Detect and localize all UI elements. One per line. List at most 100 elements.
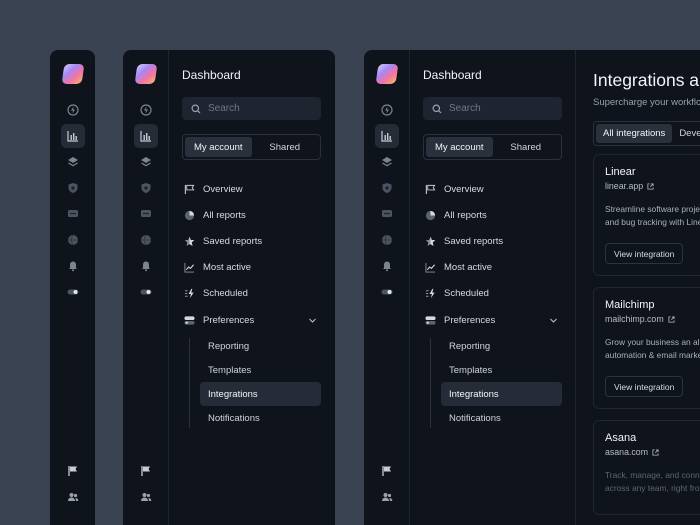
description-line: Grow your business an all-: [605, 337, 700, 347]
segment-my-account[interactable]: My account: [426, 137, 493, 157]
rail-toggle-button[interactable]: [375, 280, 399, 304]
view-integration-button[interactable]: View integration: [605, 243, 684, 264]
integrations-panel: Dashboard Search My account Shared Overv…: [364, 50, 700, 525]
segment-shared[interactable]: Shared: [493, 137, 560, 157]
flag-icon: [140, 466, 150, 476]
app-logo[interactable]: [61, 64, 85, 84]
rail-shield-button[interactable]: [61, 176, 85, 200]
sidebar-item-scheduled[interactable]: Scheduled: [423, 281, 562, 307]
submenu-item-notifications[interactable]: Notifications: [200, 406, 321, 430]
users-icon: [68, 493, 79, 501]
submenu-item-integrations[interactable]: Integrations: [200, 382, 321, 407]
sidebar-item-label: All reports: [203, 209, 246, 221]
line-chart-icon: [425, 263, 436, 273]
search-input[interactable]: Search: [182, 97, 321, 120]
sidebar-item-saved-reports[interactable]: Saved reports: [182, 228, 321, 254]
rail-users-button[interactable]: [375, 485, 399, 509]
search-input[interactable]: Search: [423, 97, 562, 120]
chevron-down-icon: [550, 318, 557, 323]
icon-rail: [50, 50, 95, 525]
app-logo[interactable]: [375, 64, 398, 84]
submenu-guide-line: [430, 338, 431, 429]
rail-globe-button[interactable]: [61, 228, 85, 252]
rail-layers-button[interactable]: [375, 150, 399, 174]
sidebar-item-label: Scheduled: [203, 288, 248, 300]
sidebar-panel: Dashboard Search My account Shared Overv…: [123, 50, 335, 525]
sidebar-item-overview[interactable]: Overview: [182, 176, 321, 202]
rail-bell-button[interactable]: [375, 254, 399, 278]
sidebar-item-all-reports[interactable]: All reports: [423, 202, 562, 228]
account-segmented-control: My account Shared: [182, 134, 321, 160]
sidebar-item-most-active[interactable]: Most active: [182, 255, 321, 281]
rail-bolt-button[interactable]: [134, 98, 158, 122]
chat-icon: [68, 210, 78, 217]
app-logo[interactable]: [134, 64, 157, 84]
rail-bolt-button[interactable]: [375, 98, 399, 122]
integration-link[interactable]: linear.app: [605, 181, 700, 191]
star-icon: [425, 236, 436, 246]
sidebar-nav: Dashboard Search My account Shared Overv…: [410, 50, 575, 525]
submenu-item-reporting[interactable]: Reporting: [441, 334, 562, 358]
rail-shield-button[interactable]: [375, 176, 399, 200]
sidebar-item-preferences[interactable]: Preferences: [182, 307, 321, 333]
rail-globe-button[interactable]: [375, 228, 399, 252]
globe-icon: [140, 234, 151, 246]
pie-chart-icon: [184, 210, 195, 220]
main-content: Integrations a Supercharge your workflow…: [575, 50, 700, 525]
tab-all-integrations[interactable]: All integrations: [596, 124, 673, 143]
shield-icon: [141, 183, 150, 193]
rail-flag-button[interactable]: [134, 459, 158, 483]
rail-layers-button[interactable]: [61, 150, 85, 174]
rail-flag-button[interactable]: [375, 459, 399, 483]
rail-bolt-button[interactable]: [61, 98, 85, 122]
flag-icon: [381, 466, 391, 476]
sidebar-item-label: All reports: [444, 209, 487, 221]
view-integration-button[interactable]: View integration: [605, 376, 684, 397]
sidebar-item-overview[interactable]: Overview: [423, 176, 562, 202]
rail-chat-button[interactable]: [134, 202, 158, 226]
sidebar-item-saved-reports[interactable]: Saved reports: [423, 228, 562, 254]
sidebar-item-preferences[interactable]: Preferences: [423, 307, 562, 333]
sidebar-item-scheduled[interactable]: Scheduled: [182, 281, 321, 307]
integration-description: Grow your business an all-automation & e…: [605, 336, 700, 362]
rail-bell-button[interactable]: [61, 254, 85, 278]
integrations-subtitle: Supercharge your workflow: [593, 97, 700, 108]
submenu-item-notifications[interactable]: Notifications: [441, 406, 562, 430]
rail-globe-button[interactable]: [134, 228, 158, 252]
segment-shared[interactable]: Shared: [252, 137, 319, 157]
integration-card-mailchimp: Mailchimp mailchimp.com Grow your busine…: [593, 287, 700, 409]
sidebar-item-all-reports[interactable]: All reports: [182, 202, 321, 228]
integration-link[interactable]: asana.com: [605, 447, 700, 457]
integration-name: Mailchimp: [605, 299, 655, 311]
submenu-item-integrations[interactable]: Integrations: [441, 382, 562, 407]
bar-chart-icon: [139, 131, 151, 142]
submenu-item-templates[interactable]: Templates: [200, 358, 321, 382]
integration-name: Linear: [605, 166, 636, 178]
bolt-icon: [184, 289, 194, 299]
sidebar-item-label: Most active: [444, 262, 493, 274]
rail-chat-button[interactable]: [375, 202, 399, 226]
rail-users-button[interactable]: [134, 485, 158, 509]
rail-reports-button[interactable]: [133, 124, 158, 148]
rail-users-button[interactable]: [61, 485, 85, 509]
rail-reports-button[interactable]: [61, 124, 85, 148]
sidebar-item-most-active[interactable]: Most active: [423, 255, 562, 281]
page-title: Dashboard: [423, 68, 482, 82]
rail-toggle-button[interactable]: [61, 280, 85, 304]
rail-layers-button[interactable]: [134, 150, 158, 174]
rail-reports-button[interactable]: [374, 124, 399, 148]
rail-bell-button[interactable]: [134, 254, 158, 278]
submenu-item-templates[interactable]: Templates: [441, 358, 562, 382]
rail-chat-button[interactable]: [61, 202, 85, 226]
rail-flag-button[interactable]: [61, 459, 85, 483]
bolt-icon: [380, 104, 393, 116]
segment-my-account[interactable]: My account: [185, 137, 252, 157]
rail-panel-collapsed: [50, 50, 95, 525]
rail-shield-button[interactable]: [134, 176, 158, 200]
submenu-item-reporting[interactable]: Reporting: [200, 334, 321, 358]
integration-link[interactable]: mailchimp.com: [605, 314, 700, 324]
rail-toggle-button[interactable]: [134, 280, 158, 304]
search-placeholder: Search: [449, 103, 481, 114]
sidebar-item-label: Most active: [203, 262, 252, 274]
tab-developer[interactable]: Deve: [672, 124, 700, 143]
